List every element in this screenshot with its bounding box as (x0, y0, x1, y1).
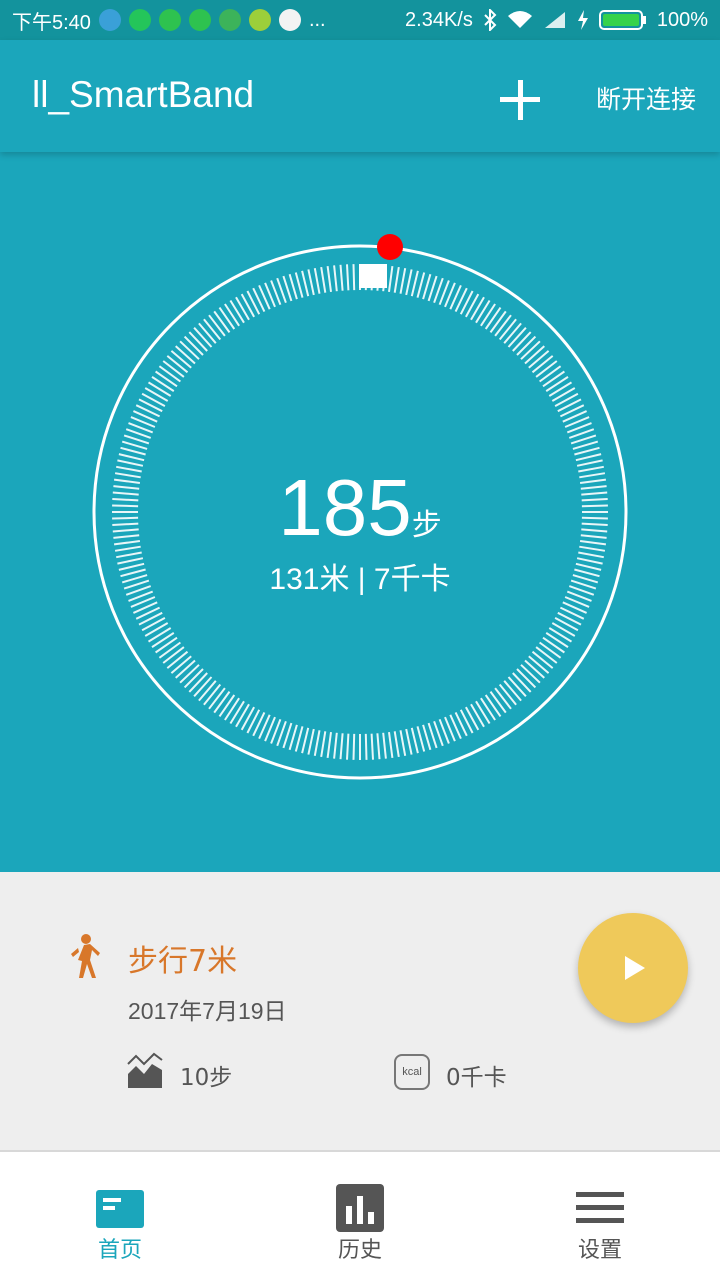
status-time: 下午5:40 (12, 11, 91, 34)
status-bar: 下午5:40 ... 2.34K/s 100% (0, 0, 720, 40)
menu-icon (576, 1192, 624, 1223)
walking-icon (71, 934, 100, 978)
wifi-icon (507, 11, 532, 28)
activity-steps: 10步 (180, 1065, 233, 1091)
bluetooth-icon (484, 9, 497, 31)
distance-calories: 131米 | 7千卡 (269, 563, 451, 596)
bottom-nav: 首页 历史 设置 (0, 1168, 720, 1280)
current-indicator-dot (377, 234, 403, 260)
nav-item-settings[interactable]: 设置 (480, 1168, 720, 1280)
step-count-unit: 步 (411, 508, 442, 543)
nav-label-settings: 设置 (577, 1238, 622, 1263)
wechat-icon (188, 9, 211, 31)
app-icon (128, 9, 151, 31)
play-button[interactable] (578, 913, 688, 1023)
progress-marker (359, 264, 387, 288)
play-icon (625, 956, 645, 980)
charging-icon (577, 10, 588, 30)
steps-trend-icon (127, 1052, 163, 1088)
activity-calories: 0千卡 (446, 1065, 507, 1091)
step-count: 185步 (0, 462, 720, 554)
battery-percent: 100% (656, 8, 708, 31)
status-bar-right: 2.34K/s 100% (405, 0, 708, 40)
app-bar: ll_SmartBand 断开连接 (0, 40, 720, 152)
nav-item-history[interactable]: 历史 (240, 1168, 480, 1280)
wechat-icon (158, 9, 181, 31)
app-icon (248, 9, 271, 31)
net-speed: 2.34K/s (405, 8, 473, 31)
activity-title: 步行7米 (128, 944, 238, 979)
plus-icon[interactable] (500, 80, 540, 120)
tt-icon (218, 9, 241, 31)
activity-date: 2017年7月19日 (128, 998, 287, 1024)
battery-icon (598, 10, 646, 30)
step-count-value: 185 (278, 463, 412, 552)
status-bar-left: 下午5:40 ... (12, 0, 326, 40)
signal-icon (544, 12, 565, 28)
chart-icon (336, 1184, 384, 1232)
nav-label-history: 历史 (337, 1238, 382, 1263)
nav-label-home: 首页 (97, 1238, 142, 1263)
activity-card[interactable]: 步行7米 2017年7月19日 10步 kcal 0千卡 (0, 872, 720, 1152)
app-icon (278, 9, 301, 31)
step-summary-panel: 185步 131米 | 7千卡 (0, 152, 720, 872)
nav-item-home[interactable]: 首页 (0, 1168, 240, 1280)
disconnect-button[interactable]: 断开连接 (596, 80, 696, 116)
home-icon (96, 1190, 144, 1228)
usb-icon (98, 9, 121, 31)
more-notifications: ... (308, 8, 326, 31)
kcal-icon: kcal (394, 1054, 430, 1090)
app-title: ll_SmartBand (32, 74, 255, 115)
